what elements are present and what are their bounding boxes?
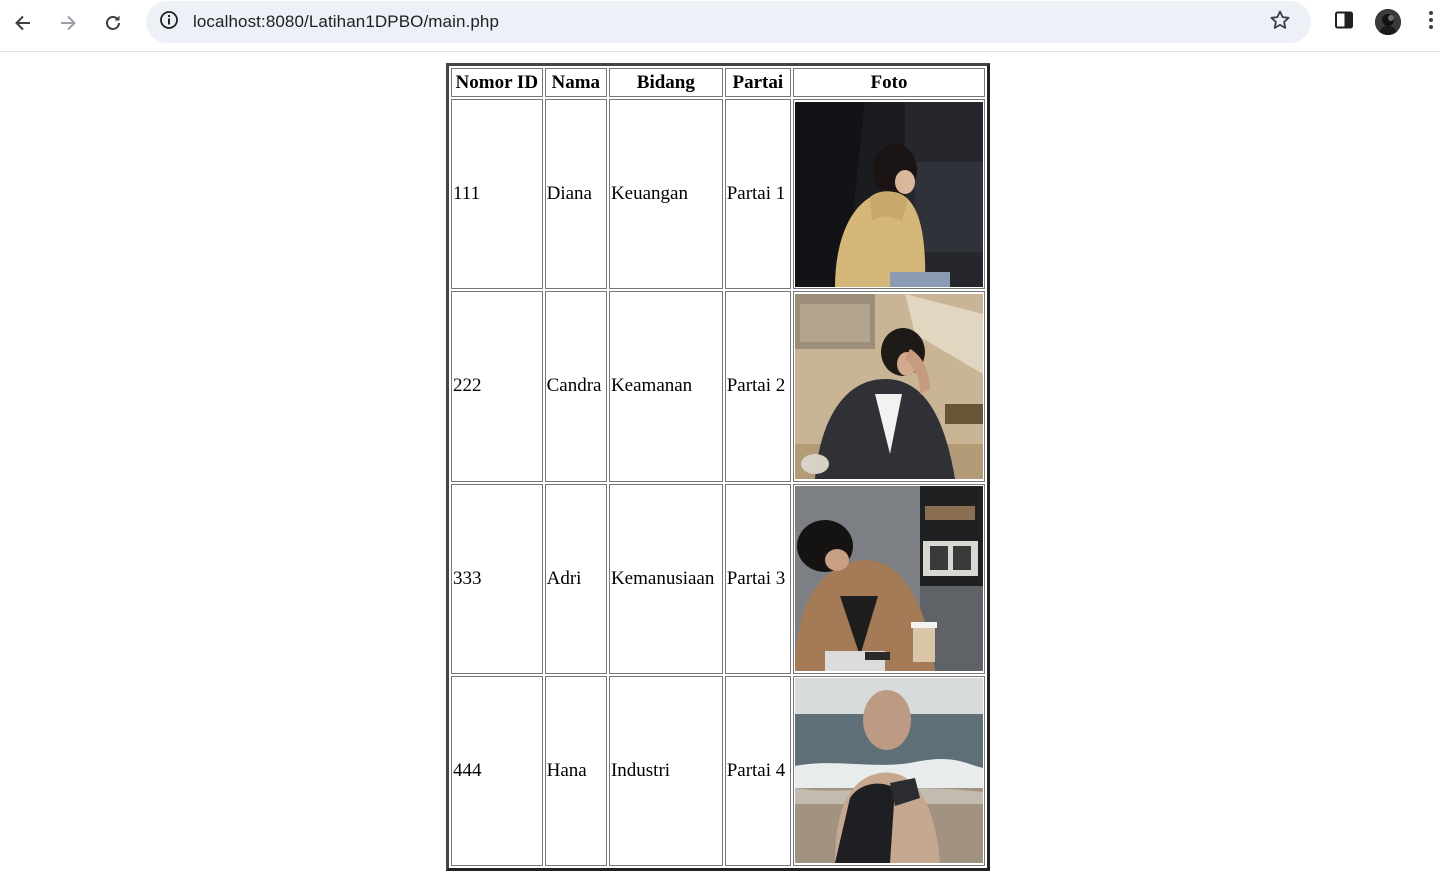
cell-foto [793,483,985,674]
side-panel-icon [1334,10,1354,35]
cell-bidang: Keuangan [608,99,723,290]
photo-woman-at-beach [795,678,983,864]
members-table: Nomor ID Nama Bidang Partai Foto 111 Dia… [446,63,990,871]
header-bidang: Bidang [608,68,723,97]
header-nomor-id: Nomor ID [451,68,543,97]
cell-partai: Partai 3 [724,483,791,674]
table-row: 444 Hana Industri Partai 4 [451,675,985,866]
reload-button[interactable] [96,6,130,40]
url-text[interactable]: localhost:8080/Latihan1DPBO/main.php [193,12,499,32]
browser-toolbar: localhost:8080/Latihan1DPBO/main.php [0,0,1440,46]
info-icon [159,10,179,35]
table-row: 111 Diana Keuangan Partai 1 [451,99,985,290]
star-icon [1269,9,1291,36]
cell-nomor-id: 111 [451,99,543,290]
bookmark-button[interactable] [1266,8,1294,36]
cell-nama: Candra [544,291,607,482]
table-header-row: Nomor ID Nama Bidang Partai Foto [451,68,985,97]
photo-man-with-hand-on-head [795,293,983,479]
header-partai: Partai [724,68,791,97]
cell-nomor-id: 333 [451,483,543,674]
reload-icon [103,13,123,33]
cell-nomor-id: 222 [451,291,543,482]
site-info-button[interactable] [155,8,183,36]
cell-partai: Partai 1 [724,99,791,290]
toolbar-divider [0,51,1440,52]
side-panel-button[interactable] [1330,8,1358,36]
back-button[interactable] [6,6,40,40]
cell-nama: Diana [544,99,607,290]
cell-partai: Partai 4 [724,675,791,866]
back-arrow-icon [13,13,33,33]
forward-button[interactable] [51,6,85,40]
cell-partai: Partai 2 [724,291,791,482]
header-nama: Nama [544,68,607,97]
cell-bidang: Keamanan [608,291,723,482]
cell-foto [793,99,985,290]
cell-nama: Adri [544,483,607,674]
forward-arrow-icon [58,13,78,33]
table-row: 222 Candra Keamanan Partai 2 [451,291,985,482]
cell-nama: Hana [544,675,607,866]
cell-bidang: Kemanusiaan [608,483,723,674]
cell-foto [793,291,985,482]
kebab-menu-icon [1428,10,1434,35]
cell-nomor-id: 444 [451,675,543,866]
table-row: 333 Adri Kemanusiaan Partai 3 [451,483,985,674]
photo-man-with-phone-and-coffee [795,486,983,672]
header-foto: Foto [793,68,985,97]
browser-menu-button[interactable] [1422,8,1440,36]
cell-foto [793,675,985,866]
address-bar[interactable]: localhost:8080/Latihan1DPBO/main.php [146,1,1311,43]
cell-bidang: Industri [608,675,723,866]
profile-avatar[interactable] [1375,9,1401,35]
photo-woman-in-car [795,101,983,287]
